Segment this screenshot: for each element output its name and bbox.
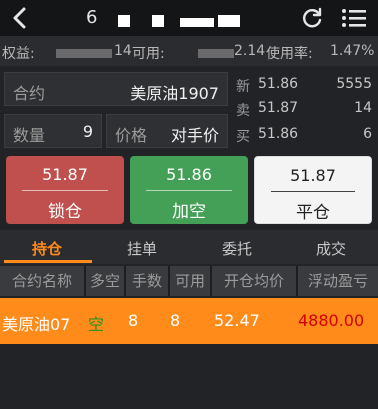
col-contract-name: 合约名称 (0, 266, 86, 296)
tab-trades[interactable]: 成交 (316, 238, 346, 259)
table-row[interactable]: 美原油07 空 8 8 52.47 4880.00 (0, 298, 378, 344)
cell-floating-pnl: 4880.00 (298, 311, 365, 330)
available-tail: 2.14 (234, 43, 266, 59)
equity-redacted (56, 49, 112, 58)
quote-last-label: 新 (236, 79, 250, 95)
quote-panel: 新 51.86 5555 卖 51.87 14 买 51.86 6 (232, 72, 374, 148)
close-position-button[interactable]: 51.87 平仓 (254, 156, 372, 224)
quote-bid-price: 51.86 (258, 126, 299, 142)
button-divider (22, 190, 108, 191)
col-avg-open-price: 开仓均价 (212, 266, 298, 296)
button-divider (146, 190, 232, 191)
tab-positions[interactable]: 持仓 (32, 238, 62, 259)
lock-position-button[interactable]: 51.87 锁仓 (6, 156, 124, 224)
account-title: 6 (86, 7, 99, 28)
contract-value: 美原油1907 (130, 84, 219, 103)
redaction-block (218, 15, 240, 27)
account-summary: 权益: 14 可用: 2.14 使用率: 1.47% (0, 36, 378, 66)
tab-bar: 持仓 挂单 委托 成交 (0, 230, 378, 264)
quote-ask-label: 卖 (236, 103, 250, 119)
top-bar: 6 (0, 0, 378, 36)
col-available: 可用 (170, 266, 212, 296)
positions-table-header: 合约名称 多空 手数 可用 开仓均价 浮动盈亏 (0, 266, 378, 296)
quote-last-row: 新 51.86 5555 (232, 76, 374, 98)
quote-bid-label: 买 (236, 129, 250, 145)
quantity-label: 数量 (13, 126, 46, 145)
tab-orders[interactable]: 委托 (222, 238, 252, 259)
redaction-block (152, 15, 164, 27)
lock-price: 51.87 (42, 165, 88, 184)
quote-last-volume: 5555 (336, 76, 372, 92)
col-lots: 手数 (126, 266, 170, 296)
cell-avg-price: 52.47 (214, 311, 260, 330)
menu-list-icon[interactable] (340, 6, 368, 30)
redaction-block (118, 15, 130, 27)
quote-ask-row: 卖 51.87 14 (232, 100, 374, 122)
available-label: 可用: (132, 46, 165, 62)
col-floating-pnl: 浮动盈亏 (298, 266, 378, 296)
usage-label: 使用率: (266, 46, 313, 62)
available-redacted (198, 49, 234, 58)
short-label: 加空 (172, 202, 206, 222)
cell-available: 8 (170, 311, 181, 330)
price-field[interactable]: 价格 对手价 (106, 114, 228, 148)
lock-label: 锁仓 (48, 202, 82, 222)
usage-value: 1.47% (330, 43, 375, 59)
quantity-value: 9 (82, 122, 93, 141)
close-price: 51.87 (290, 166, 336, 185)
contract-label: 合约 (13, 84, 46, 103)
back-arrow-icon[interactable] (8, 6, 32, 30)
equity-tail: 14 (114, 43, 132, 59)
cell-lots: 8 (128, 311, 139, 330)
quote-last-price: 51.86 (258, 76, 299, 92)
col-direction: 多空 (86, 266, 126, 296)
short-price: 51.86 (166, 165, 212, 184)
active-tab-indicator (4, 260, 92, 263)
button-divider (271, 191, 355, 192)
tab-pending-orders[interactable]: 挂单 (127, 238, 157, 259)
quantity-field[interactable]: 数量 9 (4, 114, 102, 148)
contract-field[interactable]: 合约 美原油1907 (4, 72, 228, 106)
cell-direction: 空 (88, 315, 105, 334)
quote-bid-volume: 6 (363, 126, 372, 142)
redaction-block (180, 18, 214, 27)
equity-label: 权益: (2, 46, 35, 62)
price-value: 对手价 (170, 126, 219, 145)
quote-bid-row: 买 51.86 6 (232, 126, 374, 148)
refresh-icon[interactable] (300, 6, 324, 30)
add-short-button[interactable]: 51.86 加空 (130, 156, 248, 224)
quote-ask-volume: 14 (354, 100, 372, 116)
cell-contract: 美原油07 (2, 315, 71, 334)
close-label: 平仓 (296, 203, 330, 223)
price-label: 价格 (115, 126, 148, 145)
quote-ask-price: 51.87 (258, 100, 299, 116)
